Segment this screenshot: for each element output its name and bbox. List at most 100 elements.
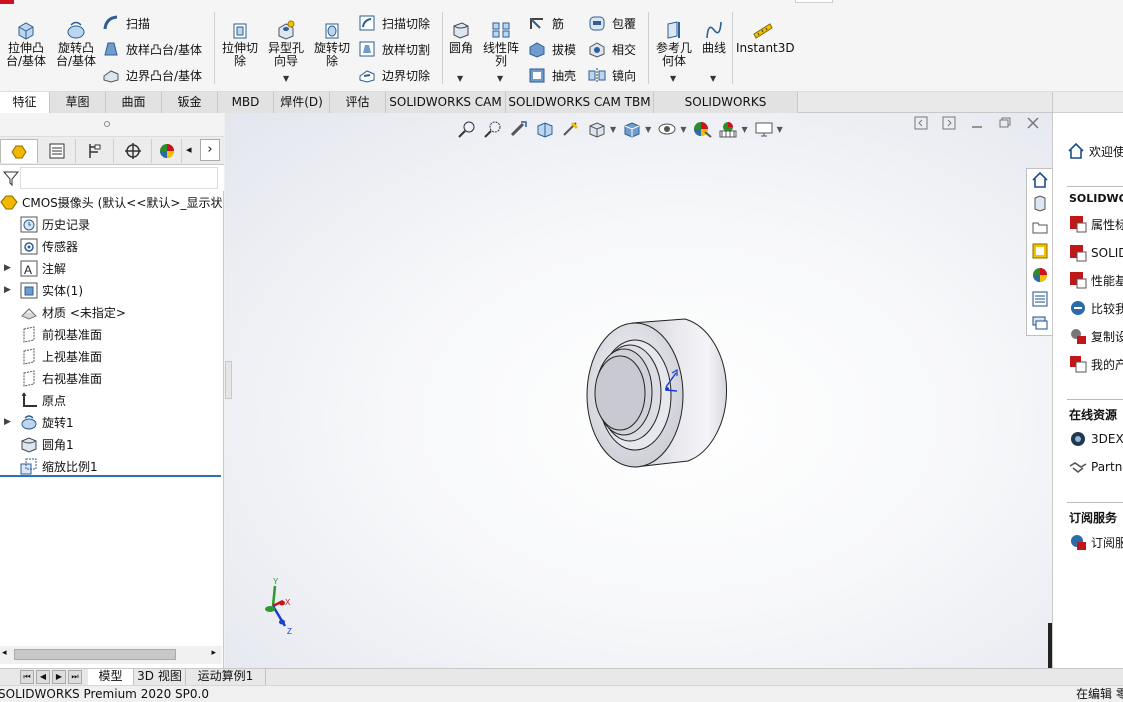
linear-pattern-dropdown[interactable]: ▼ bbox=[497, 74, 503, 83]
tree-item-solid-bodies[interactable]: ▶ 实体(1) bbox=[0, 279, 224, 301]
property-manager-tab[interactable] bbox=[38, 139, 76, 163]
zoom-to-fit-icon[interactable] bbox=[457, 120, 477, 138]
curves-dropdown[interactable]: ▼ bbox=[710, 74, 716, 83]
minimize-icon[interactable] bbox=[970, 116, 984, 130]
tree-item-annotations[interactable]: ▶ A 注解 bbox=[0, 257, 224, 279]
tree-item-front-plane[interactable]: 前视基准面 bbox=[0, 323, 224, 345]
close-icon[interactable] bbox=[1026, 116, 1040, 130]
tab-model[interactable]: 模型 bbox=[88, 669, 134, 685]
configuration-manager-tab[interactable] bbox=[76, 139, 114, 163]
tree-item-top-plane[interactable]: 上视基准面 bbox=[0, 345, 224, 367]
wrap-button[interactable]: 包覆 bbox=[588, 12, 636, 34]
subscription-item[interactable]: 订阅服 bbox=[1069, 531, 1123, 553]
scroll-thumb[interactable] bbox=[14, 649, 176, 660]
tree-item-revolve1[interactable]: ▶ 旋转1 bbox=[0, 411, 224, 433]
resource-item[interactable]: 比较我 bbox=[1069, 297, 1123, 319]
filter-icon[interactable] bbox=[2, 169, 20, 187]
graphics-area[interactable]: ▼ ▼ ▼ ▼ ▼ Y X Z bbox=[225, 113, 1052, 668]
loft-boss-button[interactable]: 放样凸台/基体 bbox=[102, 38, 202, 60]
tab-3d-views[interactable]: 3D 视图 bbox=[134, 669, 186, 685]
prev-tab-icon[interactable]: ◀ bbox=[36, 670, 50, 684]
tile-left-icon[interactable] bbox=[914, 116, 928, 130]
display-manager-tab[interactable] bbox=[152, 139, 182, 163]
tab-evaluate[interactable]: 评估 bbox=[330, 92, 386, 113]
tree-item-material[interactable]: 材质 <未指定> bbox=[0, 301, 224, 323]
tab-solidworks-cam[interactable]: SOLIDWORKS CAM bbox=[386, 92, 506, 113]
rollback-bar[interactable] bbox=[0, 475, 221, 477]
tree-item-origin[interactable]: 原点 bbox=[0, 389, 224, 411]
tab-features[interactable]: 特征 bbox=[0, 92, 50, 113]
view-orientation-icon[interactable] bbox=[587, 120, 607, 138]
extrude-cut-button[interactable]: 拉伸切 除 bbox=[218, 14, 262, 68]
tab-weldments[interactable]: 焊件(D) bbox=[274, 92, 330, 113]
revolve-cut-button[interactable]: 旋转切 除 bbox=[310, 14, 354, 68]
home-icon[interactable] bbox=[1031, 171, 1049, 189]
expand-arrow-icon[interactable]: ▶ bbox=[4, 417, 11, 427]
feature-manager-tab[interactable] bbox=[0, 139, 38, 163]
loft-cut-button[interactable]: 放样切割 bbox=[358, 38, 430, 60]
hide-show-dropdown[interactable]: ▼ bbox=[680, 125, 686, 134]
zoom-to-area-icon[interactable] bbox=[483, 120, 503, 138]
tab-motion-study[interactable]: 运动算例1 bbox=[186, 669, 266, 685]
curves-button[interactable]: 曲线 bbox=[698, 14, 730, 55]
resource-item[interactable]: 我的产 bbox=[1069, 353, 1123, 375]
forum-icon[interactable] bbox=[1031, 314, 1049, 332]
tab-solidworks-cam-tbm[interactable]: SOLIDWORKS CAM TBM bbox=[506, 92, 654, 113]
extrude-boss-button[interactable]: 拉伸凸 台/基体 bbox=[4, 14, 48, 68]
filter-input[interactable] bbox=[20, 167, 218, 189]
tab-sketch[interactable]: 草图 bbox=[50, 92, 106, 113]
panel-grip[interactable] bbox=[0, 113, 224, 137]
first-tab-icon[interactable]: ⏮ bbox=[20, 670, 34, 684]
tree-item-history[interactable]: 历史记录 bbox=[0, 213, 224, 235]
sweep-button[interactable]: 扫描 bbox=[102, 12, 150, 34]
online-item[interactable]: Partne bbox=[1069, 456, 1123, 478]
edit-appearance-icon[interactable] bbox=[692, 120, 713, 138]
tab-sheet-metal[interactable]: 钣金 bbox=[162, 92, 218, 113]
display-style-icon[interactable] bbox=[622, 120, 642, 138]
sweep-cut-button[interactable]: 扫描切除 bbox=[358, 12, 430, 34]
file-explorer-icon[interactable] bbox=[1031, 218, 1049, 236]
tabs-scroll-left[interactable]: ◂ bbox=[186, 143, 192, 156]
rib-button[interactable]: 筋 bbox=[528, 12, 564, 34]
dimxpert-tab[interactable] bbox=[114, 139, 152, 163]
fillet-dropdown[interactable]: ▼ bbox=[457, 74, 463, 83]
linear-pattern-button[interactable]: 线性阵 列 bbox=[480, 14, 522, 68]
design-library-icon[interactable] bbox=[1031, 194, 1049, 212]
panel-splitter-handle[interactable] bbox=[225, 361, 232, 399]
last-tab-icon[interactable]: ⏭ bbox=[68, 670, 82, 684]
previous-view-icon[interactable] bbox=[509, 120, 529, 138]
dynamic-annotation-icon[interactable] bbox=[561, 120, 581, 138]
online-item[interactable]: 3DEXP bbox=[1069, 428, 1123, 450]
boundary-cut-button[interactable]: 边界切除 bbox=[358, 64, 430, 86]
intersect-button[interactable]: 相交 bbox=[588, 38, 636, 60]
next-tab-icon[interactable]: ▶ bbox=[52, 670, 66, 684]
hole-wizard-button[interactable]: 异型孔 向导 bbox=[264, 14, 308, 68]
welcome-link[interactable]: 欢迎使 bbox=[1067, 140, 1123, 162]
tab-solidworks-inspection[interactable]: SOLIDWORKS Inspection bbox=[654, 92, 798, 129]
scroll-left-icon[interactable]: ◂ bbox=[2, 648, 7, 658]
appearances-icon[interactable] bbox=[1031, 266, 1049, 284]
revolve-boss-button[interactable]: 旋转凸 台/基体 bbox=[54, 14, 98, 68]
expand-arrow-icon[interactable]: ▶ bbox=[4, 285, 11, 295]
tree-root-part[interactable]: CMOS摄像头 (默认<<默认>_显示状 bbox=[0, 191, 224, 213]
hide-show-items-icon[interactable] bbox=[657, 120, 677, 138]
fillet-button[interactable]: 圆角 bbox=[444, 14, 478, 55]
restore-icon[interactable] bbox=[998, 116, 1012, 130]
scene-dropdown[interactable]: ▼ bbox=[741, 125, 747, 134]
hole-wizard-dropdown[interactable]: ▼ bbox=[283, 74, 289, 83]
tree-item-scale1[interactable]: 缩放比例1 bbox=[0, 455, 224, 477]
resource-item[interactable]: SOLID bbox=[1069, 242, 1123, 264]
shell-button[interactable]: 抽壳 bbox=[528, 64, 576, 86]
tile-right-icon[interactable] bbox=[942, 116, 956, 130]
tab-surfaces[interactable]: 曲面 bbox=[106, 92, 162, 113]
tree-item-right-plane[interactable]: 右视基准面 bbox=[0, 367, 224, 389]
tree-item-fillet1[interactable]: 圆角1 bbox=[0, 433, 224, 455]
tree-horizontal-scrollbar[interactable]: ◂ ▸ bbox=[0, 646, 222, 664]
resource-item[interactable]: 属性标 bbox=[1069, 213, 1123, 235]
boundary-boss-button[interactable]: 边界凸台/基体 bbox=[102, 64, 202, 86]
view-orientation-dropdown[interactable]: ▼ bbox=[610, 125, 616, 134]
tree-item-sensors[interactable]: 传感器 bbox=[0, 235, 224, 257]
mirror-button[interactable]: 镜向 bbox=[588, 64, 636, 86]
resource-item[interactable]: 复制设 bbox=[1069, 325, 1123, 347]
expand-arrow-icon[interactable]: ▶ bbox=[4, 263, 11, 273]
